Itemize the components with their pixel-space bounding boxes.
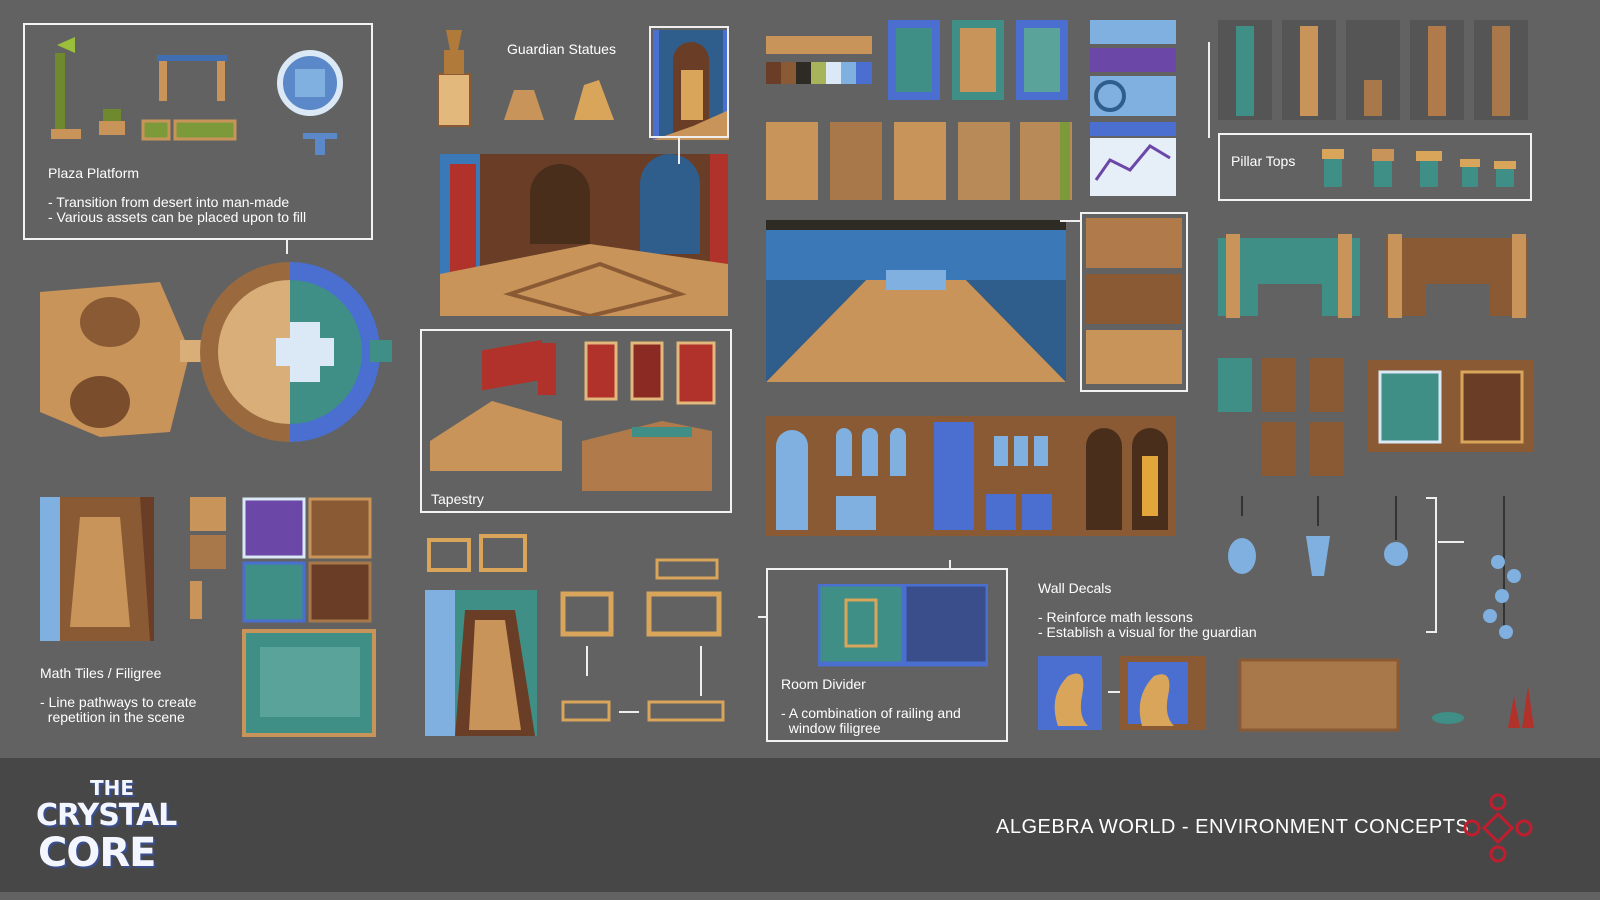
pillar-tops-illustration — [1322, 149, 1516, 187]
math-tiles-notes: - Line pathways to create repetition in … — [40, 694, 197, 725]
math-tiles-title: Math Tiles / Filigree — [40, 665, 162, 681]
plaza-circle-illustration — [40, 262, 392, 442]
connector-line — [678, 138, 680, 164]
footer-title: ALGEBRA WORLD - ENVIRONMENT CONCEPTS — [996, 816, 1470, 838]
studio-emblem-icon — [1463, 793, 1533, 863]
tapestry-illustration — [430, 339, 716, 491]
connector-line — [758, 616, 768, 618]
tapestry-title: Tapestry — [431, 491, 484, 507]
logo-line-3: CORE — [38, 830, 156, 876]
plaza-assets-illustration — [51, 37, 343, 155]
pattern-tiles — [1090, 20, 1176, 196]
lanterns-illustration — [1228, 496, 1521, 639]
logo-line-2: CRYSTAL — [36, 798, 177, 833]
plaza-platform-notes: - Transition from desert into man-made -… — [48, 194, 307, 225]
plaza-platform-panel: Plaza Platform - Transition from desert … — [23, 23, 373, 240]
hall-interior-painting — [440, 154, 728, 316]
window-filigree-strip — [766, 416, 1176, 536]
tapestry-panel: Tapestry — [420, 329, 732, 513]
room-divider-notes: - A combination of railing and window fi… — [781, 705, 961, 736]
connector-line — [949, 560, 951, 570]
floor-textures — [1086, 218, 1182, 384]
wall-decals-illustration — [1038, 656, 1534, 732]
color-palette — [766, 36, 872, 84]
room-divider-panel: Room Divider - A combination of railing … — [766, 568, 1008, 742]
stone-textures — [766, 122, 1072, 200]
arch-illustration — [1218, 234, 1528, 318]
pillar-tops-title: Pillar Tops — [1231, 153, 1296, 169]
wall-texture-tiles — [888, 20, 1068, 100]
wall-decals-title: Wall Decals — [1038, 580, 1112, 596]
floor-texture-panel — [1080, 212, 1188, 392]
room-divider-title: Room Divider — [781, 676, 866, 692]
railing-illustration — [425, 534, 725, 736]
connector-line — [1060, 220, 1080, 222]
cross-tiles-illustration — [1218, 358, 1534, 476]
room-divider-illustration — [818, 584, 988, 667]
connector-line — [1208, 42, 1210, 138]
logo-line-1: THE — [90, 776, 135, 800]
corridor-painting — [766, 220, 1066, 382]
plaza-platform-title: Plaza Platform — [48, 165, 140, 181]
crystal-core-logo: THE CRYSTAL CORE — [36, 776, 196, 876]
pillar-tops-panel: Pillar Tops — [1218, 133, 1532, 201]
pillars-illustration — [1218, 20, 1528, 120]
guardian-statues-title: Guardian Statues — [507, 41, 616, 57]
doorway-frame — [649, 26, 729, 138]
connector-line — [286, 240, 288, 254]
